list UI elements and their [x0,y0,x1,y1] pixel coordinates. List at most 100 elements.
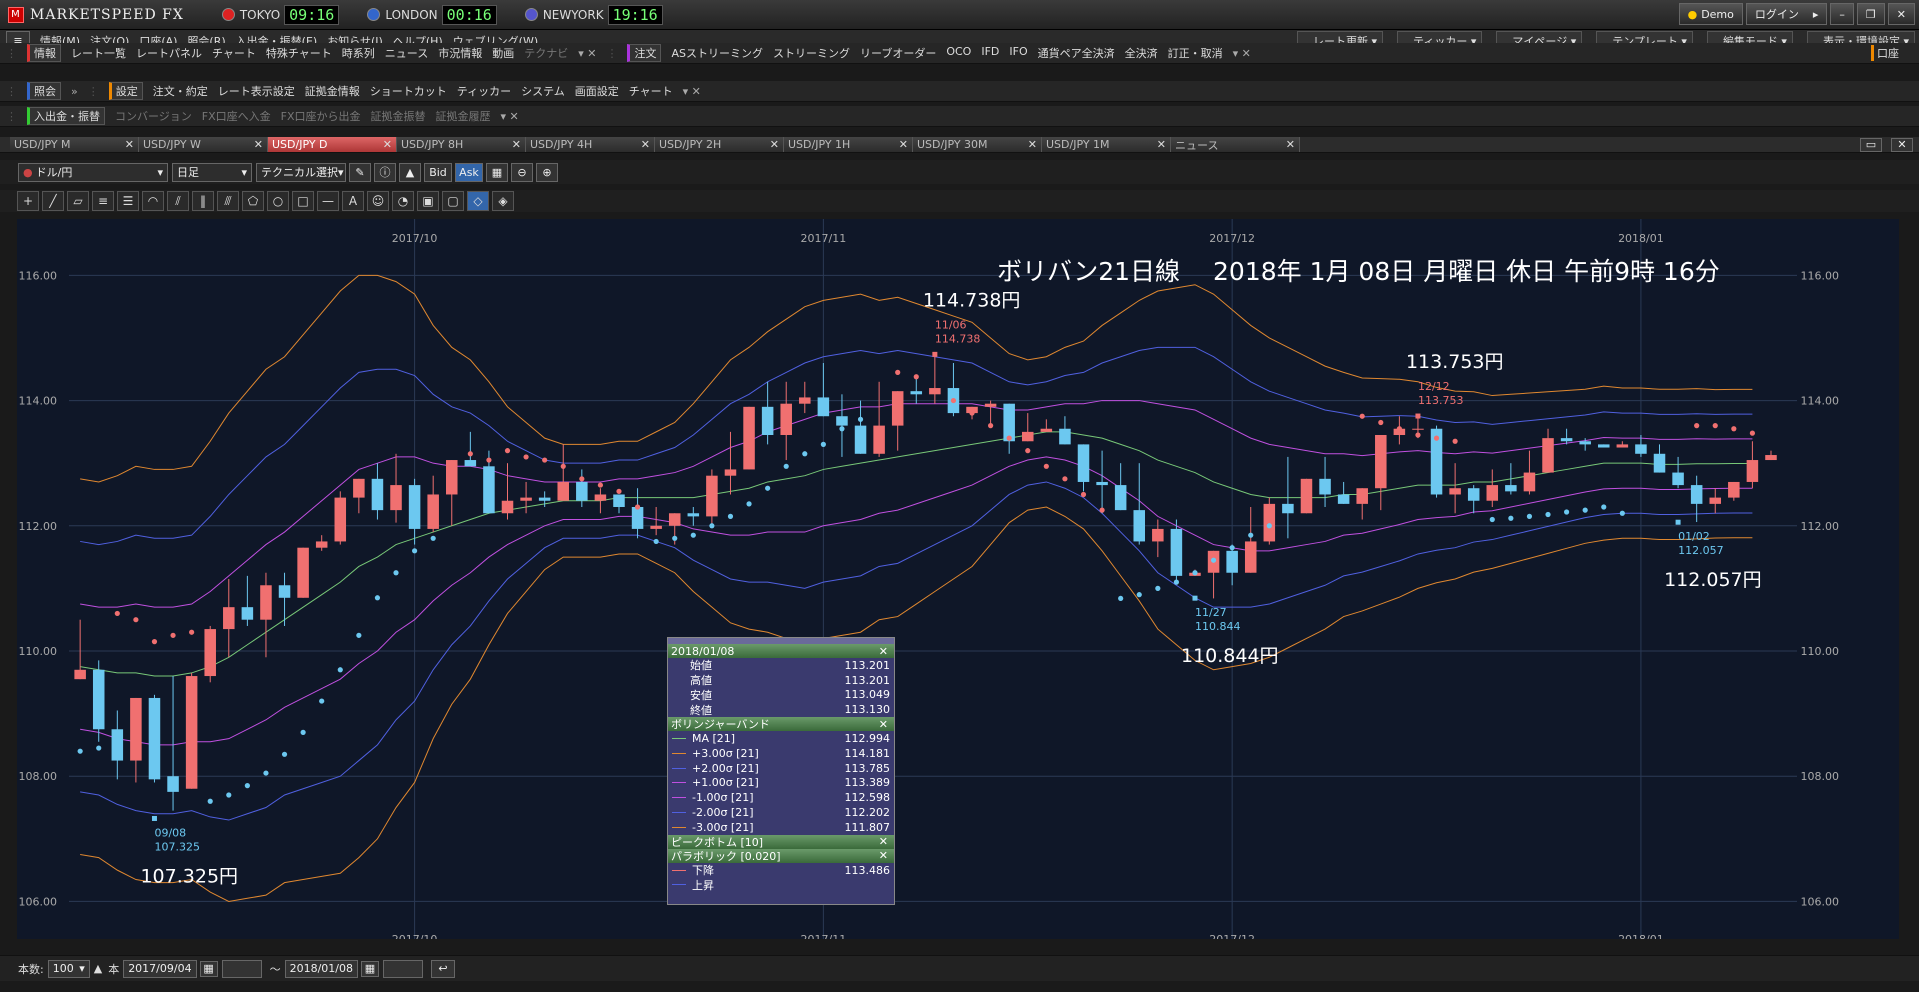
zoom-in-icon[interactable]: ⊕ [536,162,558,182]
toolbar-info-button[interactable]: 情報 [27,44,61,62]
zoom-out-icon[interactable]: ⊖ [511,162,533,182]
chart-tab[interactable]: USD/JPY M ✕ [10,137,139,152]
arc-icon[interactable]: ◠ [142,191,164,211]
bid-button[interactable]: Bid [424,162,452,182]
toolbar-item[interactable]: レートパネル [136,45,202,61]
chart-tab[interactable]: USD/JPY 1M ✕ [1042,137,1171,152]
from-time[interactable] [221,959,262,978]
toolbar-item[interactable]: OCO [946,45,971,61]
demo-badge[interactable]: ● Demo [1678,3,1743,25]
toolbar-item[interactable]: IFD [981,45,999,61]
close-icon[interactable]: ✕ [1028,138,1037,151]
up-icon[interactable]: ▲ [94,962,102,975]
ask-button[interactable]: Ask [455,162,483,182]
toolbar-item[interactable]: 時系列 [342,45,375,61]
pentagon-icon[interactable]: ⬠ [242,191,264,211]
calendar-icon[interactable]: ▦ [361,960,379,977]
close-icon[interactable]: ✕ [641,138,650,151]
layer-icon[interactable]: ▣ [417,191,439,211]
fibo-icon[interactable]: ☰ [117,191,139,211]
toolbar-item[interactable]: チャート [212,45,256,61]
minimize-icon[interactable]: – [1830,3,1854,25]
currency-select[interactable]: ● ドル/円 ▾ [18,162,168,182]
close-icon[interactable]: ✕ [770,138,779,151]
toolbar-item[interactable]: 特殊チャート [266,45,332,61]
toolbar-item[interactable]: 注文・約定 [153,83,208,99]
toolbar-order-button[interactable]: 注文 [627,44,662,62]
close-icon[interactable]: ✕ [383,138,392,151]
from-date[interactable]: 2017/09/04 [123,959,197,978]
price-chart[interactable]: 106.00 106.00 108.00 108.00 110.00 110.00 112.… [17,219,1899,946]
close-icon[interactable]: ✕ [125,138,134,151]
copy-icon[interactable]: ▢ [442,191,464,211]
chart-tab[interactable]: USD/JPY W ✕ [139,137,268,152]
toolbar-item[interactable]: レート表示設定 [218,83,295,99]
toolbar-item[interactable]: 証拠金振替 [371,108,426,124]
smiley-icon[interactable]: ☺ [367,191,389,211]
toolbar-item[interactable]: リーブオーダー [860,45,936,61]
to-date[interactable]: 2018/01/08 [284,959,358,978]
chart-tab[interactable]: USD/JPY 1H ✕ [784,137,913,152]
period-select[interactable]: 日足 ▾ [172,162,252,182]
toolbar-item[interactable]: FX口座へ入金 [202,108,271,124]
chart-tab[interactable]: USD/JPY 8H ✕ [397,137,526,152]
toolbar-item[interactable]: 訂正・取消 [1168,45,1223,61]
chart-tab[interactable]: USD/JPY 2H ✕ [655,137,784,152]
crosshair-icon[interactable]: + [17,191,39,211]
toolbar-item[interactable]: 証拠金情報 [305,83,360,99]
toolbar-item[interactable]: コンバージョン [115,108,192,124]
data-window[interactable]: 2018/01/08 ✕ 始値 113.201 高値 113.201 安値 113.049 終… [667,637,895,905]
channel-icon[interactable]: ⫻ [217,191,239,211]
circle-icon[interactable]: ○ [267,191,289,211]
toolbar-item[interactable]: 画面設定 [575,83,619,99]
toolbar-item[interactable]: ASストリーミング [671,45,763,61]
chart-tab[interactable]: USD/JPY D ✕ [268,137,397,152]
toolbar-item[interactable]: システム [521,83,565,99]
close-icon[interactable]: ✕ [1286,138,1295,151]
text-icon[interactable]: A [342,191,364,211]
toolbar-item[interactable]: ストリーミング [773,45,850,61]
close-icon[interactable]: ✕ [1157,138,1166,151]
info-icon[interactable]: ⓘ [374,162,396,182]
line-icon[interactable]: ╱ [42,191,64,211]
comment-icon[interactable]: ◔ [392,191,414,211]
toolbar-item[interactable]: ニュース [385,45,428,61]
toolbar-item[interactable]: ショートカット [370,83,447,99]
toolbar-settings-button[interactable]: 設定 [108,82,143,100]
close-icon[interactable]: ✕ [1887,3,1915,25]
count-select[interactable]: 100 ▾ [47,959,90,978]
rect-icon[interactable]: □ [292,191,314,211]
login-button[interactable]: ログイン ▸ [1745,3,1828,25]
toolbar-item[interactable]: 全決済 [1125,45,1158,61]
maximize-chart-icon[interactable]: ▭ [1860,137,1882,152]
toolbar-item[interactable]: IFO [1009,45,1027,61]
to-time[interactable] [383,959,423,978]
toolbar-item[interactable]: テクナビ [524,45,568,61]
erase-all-icon[interactable]: ◈ [492,191,514,211]
toolbar-item[interactable]: 証拠金履歴 [436,108,491,124]
restore-icon[interactable]: ❐ [1856,3,1885,25]
chart-tab[interactable]: USD/JPY 30M ✕ [913,137,1042,152]
chart-area[interactable]: 106.00 106.00 108.00 108.00 110.00 110.00 112.… [17,219,1899,946]
toolbar-item[interactable]: 市況情報 [438,45,482,61]
area-icon[interactable]: ▲ [399,162,421,182]
chart-tab[interactable]: ニュース ✕ [1171,137,1300,152]
toolbar-item[interactable]: 動画 [492,45,514,61]
ruler-icon[interactable]: ▱ [67,191,89,211]
close-icon[interactable]: ✕ [512,138,521,151]
toolbar-inquiry-button[interactable]: 照会 [27,82,61,100]
toolbar-account-button[interactable]: 口座 [1871,45,1899,61]
chart-tab[interactable]: USD/JPY 4H ✕ [526,137,655,152]
toolbar-item[interactable]: チャート [629,83,673,99]
fan-icon[interactable]: ⫽ [167,191,189,211]
calendar-icon[interactable]: ▦ [199,960,218,977]
hlines-icon[interactable]: ≡ [92,191,114,211]
toolbar-item[interactable]: ティッカー [457,83,511,99]
toolbar-item[interactable]: 通貨ペア全決済 [1038,45,1115,61]
close-icon[interactable]: ✕ [899,138,908,151]
toolbar-item[interactable]: レート一覧 [71,45,126,61]
toolbar-deposit-button[interactable]: 入出金・振替 [27,107,105,125]
refresh-icon[interactable]: ↩ [431,959,455,978]
toolbar-item[interactable]: FX口座から出金 [281,108,361,124]
vlines-icon[interactable]: ‖ [192,191,214,211]
